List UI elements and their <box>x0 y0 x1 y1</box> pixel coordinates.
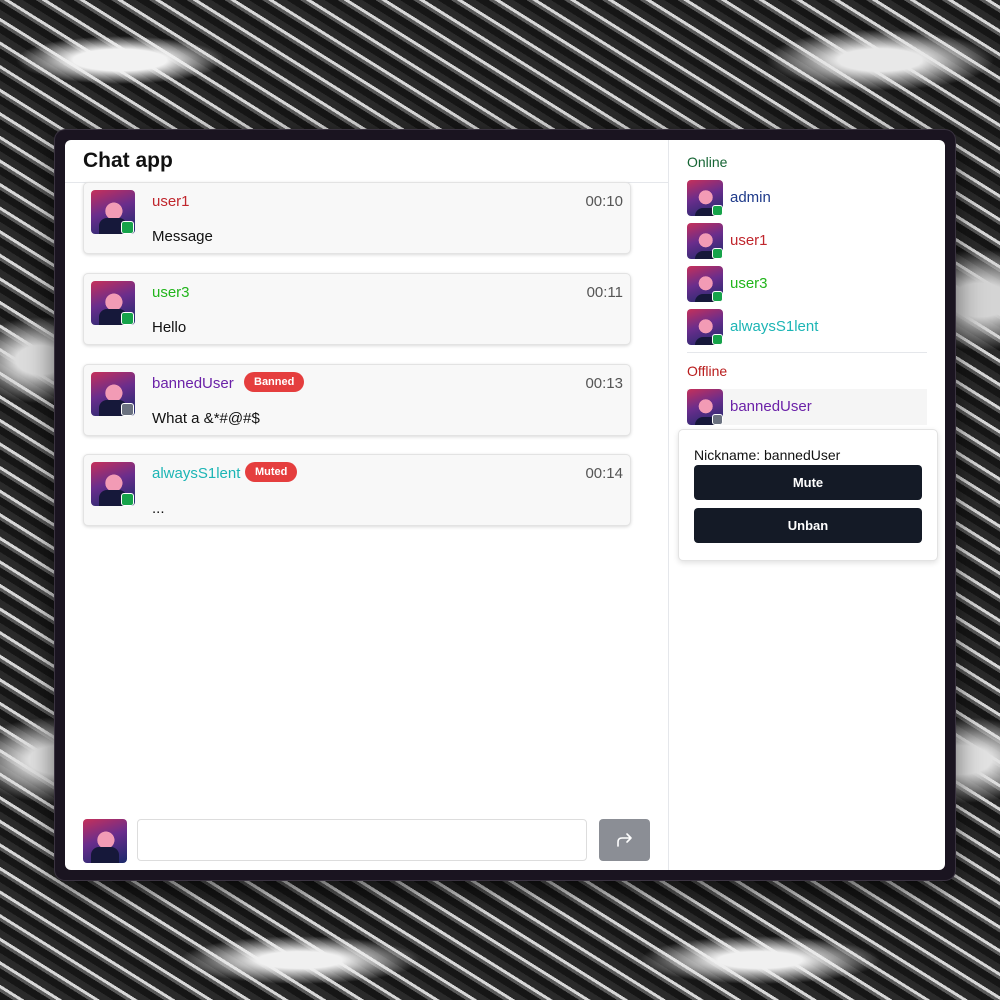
share-arrow-icon <box>616 833 632 847</box>
message-author[interactable]: bannedUser <box>152 375 234 392</box>
message-time: 00:11 <box>586 284 623 301</box>
message-text: Hello <box>152 319 187 336</box>
message-author[interactable]: alwaysS1lent <box>152 465 240 482</box>
online-status-icon <box>121 493 134 506</box>
nickname-label: Nickname: bannedUser <box>694 447 841 463</box>
online-status-icon <box>712 248 723 259</box>
offline-section-label: Offline <box>687 363 728 379</box>
mute-button[interactable]: Mute <box>694 465 922 500</box>
offline-status-icon <box>121 403 134 416</box>
unban-button[interactable]: Unban <box>694 508 922 543</box>
message-card: bannedUser Banned 00:13 What a &*#@#$ <box>83 364 631 436</box>
online-status-icon <box>712 334 723 345</box>
online-status-icon <box>712 291 723 302</box>
user-list-item[interactable]: admin <box>687 180 927 216</box>
user-list-item[interactable]: user1 <box>687 223 927 259</box>
user-list-item[interactable]: user3 <box>687 266 927 302</box>
message-text: What a &*#@#$ <box>152 410 260 427</box>
message-author[interactable]: user1 <box>152 193 190 210</box>
user-actions-popover: Nickname: bannedUser Mute Unban <box>678 429 938 561</box>
user-name: bannedUser <box>730 398 812 415</box>
user-list-pane: Online admin user1 user3 alwaysS1lent Of… <box>668 140 945 870</box>
user-name: admin <box>730 189 771 206</box>
message-card: alwaysS1lent Muted 00:14 ... <box>83 454 631 526</box>
message-text: ... <box>152 500 165 517</box>
page-title: Chat app <box>83 149 173 172</box>
message-card: user1 00:10 Message <box>83 182 631 254</box>
message-time: 00:13 <box>585 375 623 392</box>
online-status-icon <box>121 312 134 325</box>
user-name: alwaysS1lent <box>730 318 819 335</box>
chat-pane: Chat app user1 00:10 Message user3 00:11… <box>65 140 668 870</box>
online-status-icon <box>712 205 723 216</box>
user-list-item[interactable]: bannedUser <box>687 389 927 425</box>
muted-badge: Muted <box>245 462 298 482</box>
online-section-label: Online <box>687 154 728 170</box>
chat-window: Chat app user1 00:10 Message user3 00:11… <box>65 140 945 870</box>
user-name: user1 <box>730 232 768 249</box>
message-time: 00:10 <box>585 193 623 210</box>
message-text: Message <box>152 228 213 245</box>
message-input[interactable] <box>137 819 587 861</box>
divider <box>687 352 927 353</box>
send-button[interactable] <box>599 819 650 861</box>
current-user-avatar <box>83 819 127 863</box>
message-card: user3 00:11 Hello <box>83 273 631 345</box>
message-time: 00:14 <box>585 465 623 482</box>
offline-status-icon <box>712 414 723 425</box>
message-author[interactable]: user3 <box>152 284 190 301</box>
app-frame: Chat app user1 00:10 Message user3 00:11… <box>55 130 955 880</box>
user-name: user3 <box>730 275 768 292</box>
online-status-icon <box>121 221 134 234</box>
user-list-item[interactable]: alwaysS1lent <box>687 309 927 345</box>
banned-badge: Banned <box>244 372 305 392</box>
